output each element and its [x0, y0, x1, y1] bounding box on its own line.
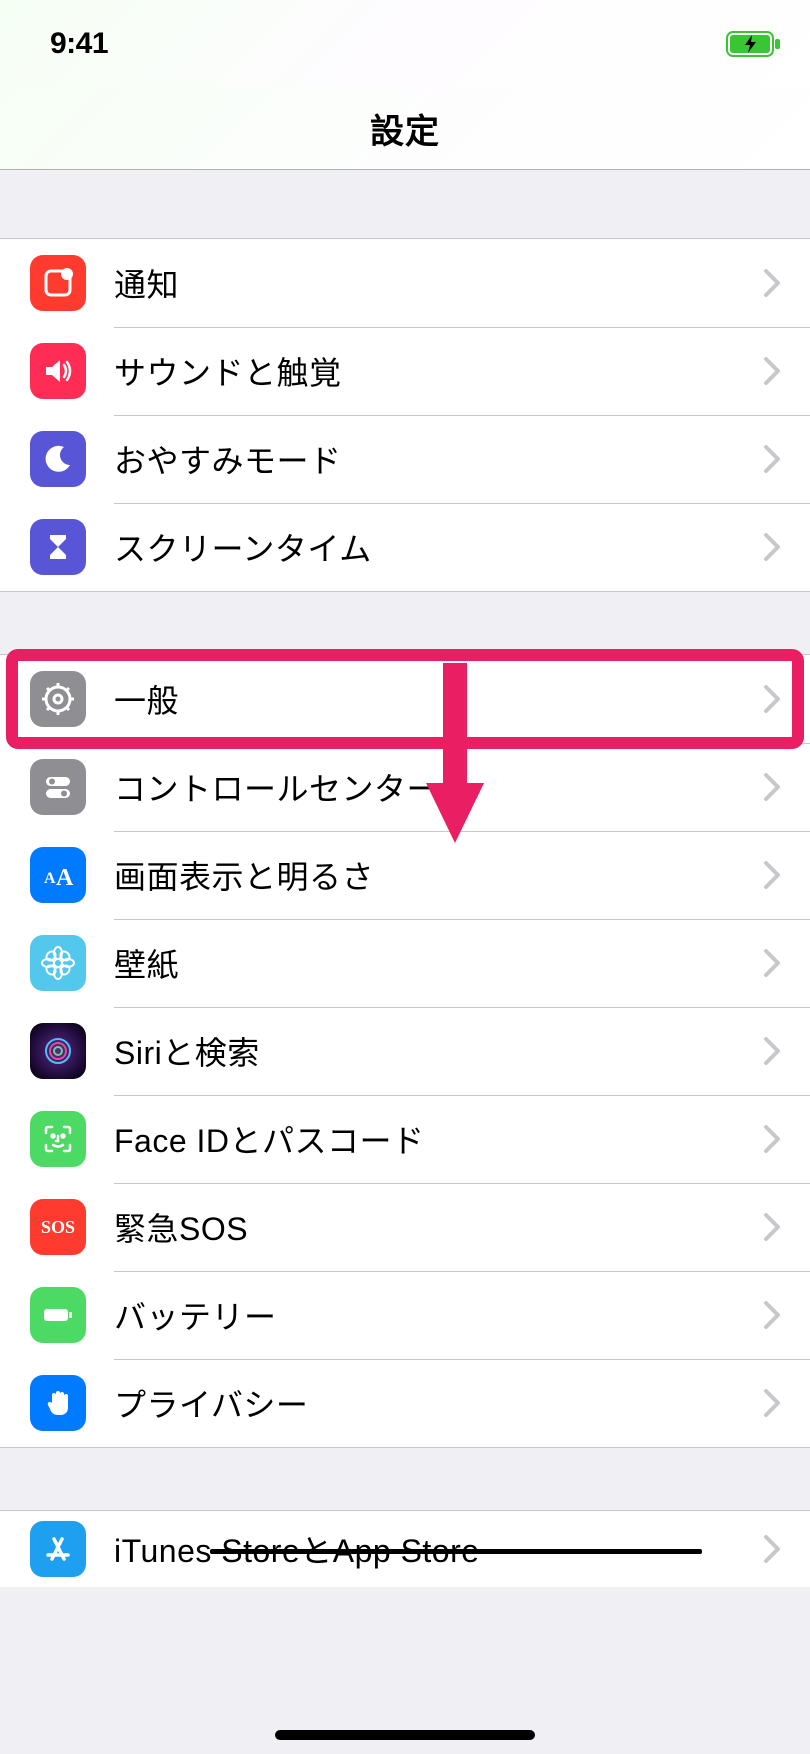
- row-label: 一般: [114, 676, 764, 722]
- row-label: おやすみモード: [114, 436, 764, 482]
- home-indicator: [275, 1730, 535, 1740]
- row-dnd[interactable]: おやすみモード: [0, 415, 810, 503]
- sounds-icon: [30, 343, 86, 399]
- row-wallpaper[interactable]: 壁紙: [0, 919, 810, 1007]
- gear-icon: [30, 671, 86, 727]
- row-label: バッテリー: [114, 1292, 764, 1338]
- chevron-right-icon: [764, 269, 780, 297]
- row-label: 緊急SOS: [114, 1204, 764, 1250]
- row-label: プライバシー: [114, 1380, 764, 1426]
- sos-icon: SOS: [30, 1199, 86, 1255]
- row-appstore[interactable]: iTunes StoreとApp Store: [0, 1511, 810, 1587]
- row-siri[interactable]: Siriと検索: [0, 1007, 810, 1095]
- row-battery[interactable]: バッテリー: [0, 1271, 810, 1359]
- status-bar: 9:41: [0, 0, 810, 88]
- row-label: 画面表示と明るさ: [114, 852, 764, 898]
- row-label: スクリーンタイム: [114, 524, 764, 570]
- appstore-icon: [30, 1521, 86, 1577]
- chevron-right-icon: [764, 357, 780, 385]
- chevron-right-icon: [764, 445, 780, 473]
- row-label: Siriと検索: [114, 1028, 764, 1074]
- svg-text:A: A: [56, 865, 74, 891]
- chevron-right-icon: [764, 1535, 780, 1563]
- row-label: Face IDとパスコード: [114, 1116, 764, 1162]
- row-faceid[interactable]: Face IDとパスコード: [0, 1095, 810, 1183]
- row-label: 壁紙: [114, 940, 764, 986]
- moon-icon: [30, 431, 86, 487]
- flower-icon: [30, 935, 86, 991]
- notifications-icon: [30, 255, 86, 311]
- page-title: 設定: [370, 104, 440, 153]
- toggles-icon: [30, 759, 86, 815]
- row-general[interactable]: 一般: [0, 655, 810, 743]
- row-label: サウンドと触覚: [114, 348, 764, 394]
- faceid-icon: [30, 1111, 86, 1167]
- siri-icon: [30, 1023, 86, 1079]
- chevron-right-icon: [764, 1125, 780, 1153]
- battery-charging-icon: [726, 31, 782, 57]
- chevron-right-icon: [764, 1301, 780, 1329]
- svg-text:A: A: [44, 870, 56, 887]
- row-privacy[interactable]: プライバシー: [0, 1359, 810, 1447]
- chevron-right-icon: [764, 1389, 780, 1417]
- chevron-right-icon: [764, 861, 780, 889]
- battery-icon: [30, 1287, 86, 1343]
- row-notifications[interactable]: 通知: [0, 239, 810, 327]
- group-spacer: [0, 1448, 810, 1510]
- row-label: iTunes StoreとApp Store: [114, 1526, 764, 1572]
- chevron-right-icon: [764, 533, 780, 561]
- settings-group-2: 一般 コントロールセンター AA 画面表示と明るさ 壁紙 Siriと検索: [0, 654, 810, 1448]
- hand-icon: [30, 1375, 86, 1431]
- row-screentime[interactable]: スクリーンタイム: [0, 503, 810, 591]
- chevron-right-icon: [764, 1213, 780, 1241]
- svg-text:SOS: SOS: [41, 1217, 75, 1237]
- status-time: 9:41: [50, 27, 108, 61]
- settings-group-3: iTunes StoreとApp Store: [0, 1510, 810, 1587]
- chevron-right-icon: [764, 1037, 780, 1065]
- group-spacer: [0, 592, 810, 654]
- chevron-right-icon: [764, 949, 780, 977]
- row-label: 通知: [114, 260, 764, 306]
- hourglass-icon: [30, 519, 86, 575]
- text-size-icon: AA: [30, 847, 86, 903]
- nav-bar: 設定: [0, 88, 810, 170]
- row-display[interactable]: AA 画面表示と明るさ: [0, 831, 810, 919]
- row-sounds[interactable]: サウンドと触覚: [0, 327, 810, 415]
- chevron-right-icon: [764, 773, 780, 801]
- settings-group-1: 通知 サウンドと触覚 おやすみモード スクリーンタイム: [0, 238, 810, 592]
- row-controlcenter[interactable]: コントロールセンター: [0, 743, 810, 831]
- row-sos[interactable]: SOS 緊急SOS: [0, 1183, 810, 1271]
- group-spacer: [0, 170, 810, 238]
- chevron-right-icon: [764, 685, 780, 713]
- row-label: コントロールセンター: [114, 764, 764, 810]
